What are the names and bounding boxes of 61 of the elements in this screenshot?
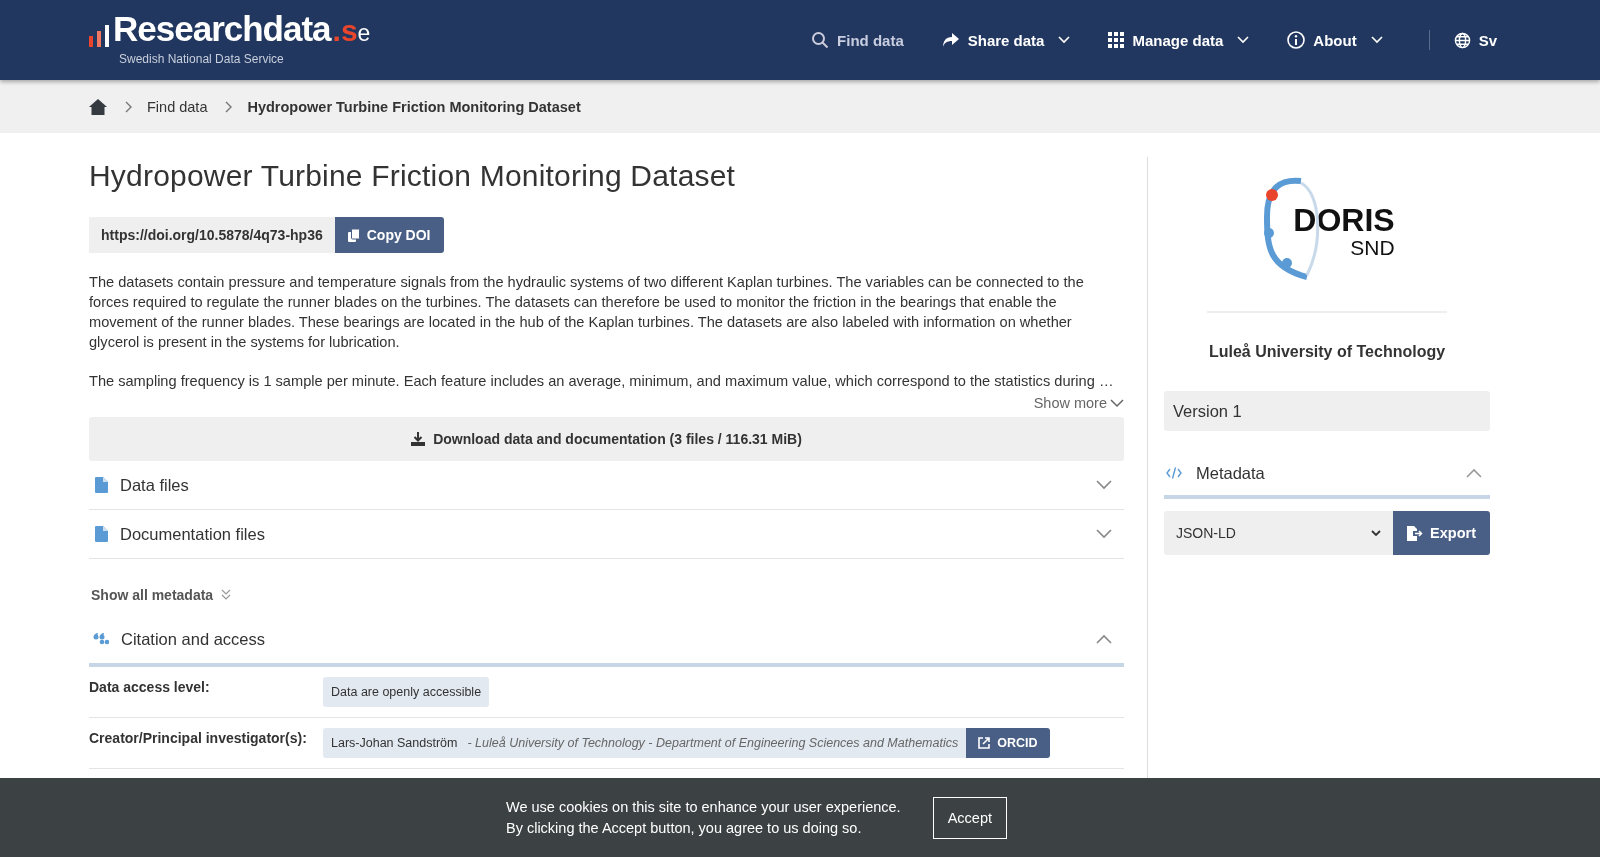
field-label: Creator/Principal investigator(s): <box>89 729 308 748</box>
file-section-header[interactable]: Data files <box>89 461 1124 510</box>
metadata-section-header[interactable]: Metadata <box>1164 451 1490 499</box>
nav-link[interactable]: About <box>1287 31 1383 49</box>
globe-icon <box>1453 31 1471 49</box>
export-file-icon <box>1407 525 1424 541</box>
grid-icon <box>1108 32 1125 48</box>
export-button[interactable]: Export <box>1393 511 1490 555</box>
show-all-metadata-link[interactable]: Show all metadata <box>91 587 1124 603</box>
chevron-icon <box>1096 529 1112 539</box>
accept-button[interactable]: Accept <box>932 796 1007 839</box>
search-icon <box>811 31 830 49</box>
bars-icon <box>89 25 111 47</box>
file-icon <box>95 477 108 493</box>
cookie-text: We use cookies on this site to enhance your user experience. <box>505 799 901 815</box>
access-level-tag: Data are openly accessible <box>323 677 490 707</box>
chevron-down-icon <box>1110 398 1124 408</box>
file-section-header[interactable]: Documentation files <box>89 510 1124 559</box>
caret-icon <box>1371 529 1382 537</box>
chevron-icon <box>1096 480 1112 490</box>
breadcrumb-link[interactable]: Find data <box>147 98 208 115</box>
doi-link[interactable]: https://doi.org/10.5878/4q73-hp36 <box>89 217 335 253</box>
chevron-down-icon <box>1058 36 1071 44</box>
site-tagline: Swedish National Data Service <box>119 52 285 66</box>
copy-icon <box>347 228 360 242</box>
creator-entry: Lars-Johan Sandström - Luleå University of Technology - Department of Engineering Sciences and Mathematics <box>323 728 967 758</box>
chevron-icon <box>1096 634 1112 644</box>
chevron-icon <box>1466 468 1482 478</box>
code-icon <box>1166 467 1182 479</box>
description-text: The sampling frequency is 1 sample per minute. Each feature includes an average, minimum, and maximum value, which correspond to the statistics during … <box>89 372 1115 391</box>
chevron-down-icon <box>1370 36 1383 44</box>
cookie-text: By clicking the Accept button, you agree to us doing so. <box>505 820 863 836</box>
language-link[interactable]: Sv <box>1453 31 1497 49</box>
external-link-icon <box>978 737 991 749</box>
citation-section-header[interactable]: Citation and access <box>89 615 1124 667</box>
nav-link[interactable]: Find data <box>811 31 904 49</box>
download-button[interactable]: Download data and documentation (3 files / 116.31 MiB) <box>89 417 1124 461</box>
info-icon <box>1287 31 1306 49</box>
doris-logo: DORIS SND <box>1257 171 1397 291</box>
copy-doi-button[interactable]: Copy DOI <box>334 217 444 253</box>
quote-icon <box>93 633 109 645</box>
download-icon <box>411 432 426 446</box>
dataset-title: Hydropower Turbine Friction Monitoring Dataset <box>89 159 737 193</box>
format-select[interactable]: JSON-LD <box>1164 511 1394 555</box>
site-logo[interactable]: Researchdata.se <box>113 10 371 52</box>
home-icon[interactable] <box>89 98 107 115</box>
organisation-name: Luleå University of Technology <box>1207 343 1447 361</box>
domain-suffix: .se <box>332 13 371 49</box>
nav-link[interactable]: Share data <box>941 31 1071 49</box>
chevron-down-icon <box>1237 36 1250 44</box>
description-text: The datasets contain pressure and temperature signals from the hydraulic systems of two different Kaplan turbines. The variables can be connected to the forces required to regulate the runner blades on the turbines. The datasets can therefore be used to monitor the friction in the bearings that enable the movement of the runner blades. These bearings are located in the hub of the Kaplan turbines. The datasets are also labeled with information on whether glycerol is present in the systems for lubrication. <box>89 273 1085 352</box>
nav-link[interactable]: Manage data <box>1108 31 1250 49</box>
double-chevron-icon <box>221 589 232 601</box>
share-arrow-icon <box>941 32 960 48</box>
show-more-link[interactable]: Show more <box>1033 395 1124 411</box>
chevron-right-icon <box>125 100 133 113</box>
field-label: Data access level: <box>89 678 211 697</box>
file-icon <box>95 526 108 542</box>
chevron-right-icon <box>225 100 234 113</box>
version-label: Version 1 <box>1164 391 1490 431</box>
orcid-button[interactable]: ORCID <box>966 728 1050 758</box>
